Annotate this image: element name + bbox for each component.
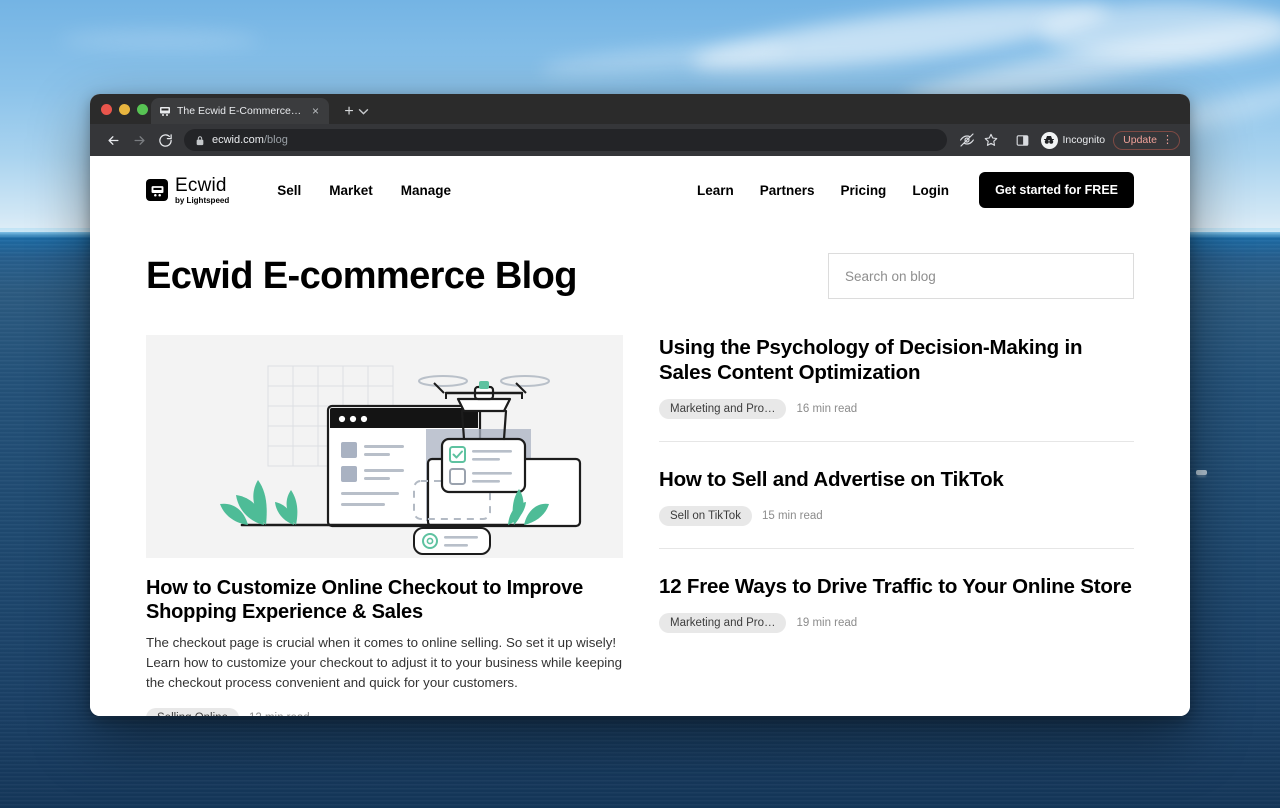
close-window-button[interactable] bbox=[101, 104, 112, 115]
nav-item-manage[interactable]: Manage bbox=[401, 183, 451, 198]
profile-chip[interactable]: Incognito bbox=[1040, 131, 1106, 149]
page-head: Ecwid E-commerce Blog bbox=[146, 253, 1134, 299]
read-time: 12 min read bbox=[249, 712, 310, 716]
url-text: ecwid.com/blog bbox=[212, 134, 288, 146]
article-meta: Sell on TikTok 15 min read bbox=[659, 506, 1134, 526]
browser-window: The Ecwid E-Commerce Blog × + ecwid.com/… bbox=[90, 94, 1190, 716]
window-controls[interactable] bbox=[101, 104, 148, 115]
featured-column: How to Customize Online Checkout to Impr… bbox=[146, 335, 623, 716]
chevron-down-icon[interactable] bbox=[358, 107, 369, 118]
close-icon[interactable]: × bbox=[309, 105, 322, 117]
nav-item-sell[interactable]: Sell bbox=[277, 183, 301, 198]
back-button[interactable] bbox=[100, 127, 126, 153]
browser-tab[interactable]: The Ecwid E-Commerce Blog × bbox=[151, 98, 329, 124]
site-header: Ecwid by Lightspeed Sell Market Manage L… bbox=[146, 156, 1134, 224]
tab-title: The Ecwid E-Commerce Blog bbox=[177, 105, 303, 117]
eye-slash-icon[interactable] bbox=[955, 128, 979, 152]
address-bar[interactable]: ecwid.com/blog bbox=[184, 129, 947, 151]
category-tag[interactable]: Sell on TikTok bbox=[659, 506, 752, 526]
get-started-button[interactable]: Get started for FREE bbox=[979, 172, 1134, 208]
reload-button[interactable] bbox=[152, 127, 178, 153]
search-box[interactable] bbox=[828, 253, 1134, 299]
url-domain: ecwid.com bbox=[212, 134, 264, 146]
list-item: 12 Free Ways to Drive Traffic to Your On… bbox=[659, 548, 1134, 655]
checkout-illustration bbox=[146, 335, 623, 558]
update-label: Update bbox=[1123, 134, 1157, 146]
read-time: 16 min read bbox=[796, 403, 858, 415]
article-list: Using the Psychology of Decision-Making … bbox=[659, 335, 1134, 716]
logo-text: Ecwid by Lightspeed bbox=[175, 176, 229, 205]
nav-item-learn[interactable]: Learn bbox=[697, 183, 734, 198]
profile-label: Incognito bbox=[1062, 134, 1106, 146]
maximize-window-button[interactable] bbox=[137, 104, 148, 115]
lock-icon bbox=[195, 135, 205, 146]
article-title[interactable]: Using the Psychology of Decision-Making … bbox=[659, 335, 1134, 385]
featured-article-meta: Selling Online 12 min read bbox=[146, 707, 623, 716]
star-icon[interactable] bbox=[979, 128, 1003, 152]
search-input[interactable] bbox=[845, 268, 1117, 284]
content-area: How to Customize Online Checkout to Impr… bbox=[146, 335, 1134, 716]
category-tag[interactable]: Selling Online bbox=[146, 707, 239, 716]
new-tab-button[interactable]: + bbox=[340, 104, 358, 120]
page-container: Ecwid by Lightspeed Sell Market Manage L… bbox=[90, 156, 1190, 716]
browser-menu-icon[interactable]: ⋮ bbox=[1162, 134, 1173, 146]
page-title: Ecwid E-commerce Blog bbox=[146, 254, 577, 297]
browser-titlebar: The Ecwid E-Commerce Blog × + bbox=[90, 94, 1190, 124]
search-wrapper bbox=[828, 253, 1134, 299]
shopping-cart-icon bbox=[158, 105, 171, 118]
category-tag[interactable]: Marketing and Pro… bbox=[659, 613, 787, 633]
minimize-window-button[interactable] bbox=[119, 104, 130, 115]
site-logo[interactable]: Ecwid by Lightspeed bbox=[146, 176, 229, 205]
article-title[interactable]: How to Sell and Advertise on TikTok bbox=[659, 467, 1134, 492]
featured-article-title[interactable]: How to Customize Online Checkout to Impr… bbox=[146, 576, 623, 625]
read-time: 19 min read bbox=[796, 617, 858, 629]
incognito-icon bbox=[1040, 131, 1058, 149]
nav-item-market[interactable]: Market bbox=[329, 183, 373, 198]
url-path: /blog bbox=[263, 134, 288, 146]
list-item: How to Sell and Advertise on TikTok Sell… bbox=[659, 441, 1134, 548]
featured-image[interactable] bbox=[146, 335, 623, 558]
shopping-cart-icon bbox=[146, 179, 168, 201]
cloud bbox=[60, 30, 260, 50]
page-viewport: Ecwid by Lightspeed Sell Market Manage L… bbox=[90, 156, 1190, 716]
article-meta: Marketing and Pro… 16 min read bbox=[659, 399, 1134, 419]
article-title[interactable]: 12 Free Ways to Drive Traffic to Your On… bbox=[659, 574, 1134, 599]
list-item: Using the Psychology of Decision-Making … bbox=[659, 335, 1134, 441]
secondary-nav: Learn Partners Pricing Login Get started… bbox=[697, 172, 1134, 208]
nav-item-partners[interactable]: Partners bbox=[760, 183, 815, 198]
logo-name: Ecwid bbox=[175, 174, 227, 196]
nav-item-login[interactable]: Login bbox=[912, 183, 949, 198]
nav-item-pricing[interactable]: Pricing bbox=[841, 183, 887, 198]
cloud bbox=[539, 37, 791, 81]
update-button[interactable]: Update ⋮ bbox=[1113, 130, 1180, 150]
category-tag[interactable]: Marketing and Pro… bbox=[659, 399, 787, 419]
featured-article-excerpt: The checkout page is crucial when it com… bbox=[146, 634, 622, 691]
logo-tagline: by Lightspeed bbox=[175, 195, 230, 205]
side-panel-icon[interactable] bbox=[1011, 128, 1035, 152]
boat bbox=[1196, 470, 1207, 475]
forward-button[interactable] bbox=[126, 127, 152, 153]
browser-toolbar: ecwid.com/blog Incognito Update ⋮ bbox=[90, 124, 1190, 156]
primary-nav: Sell Market Manage bbox=[277, 183, 451, 198]
article-meta: Marketing and Pro… 19 min read bbox=[659, 613, 1134, 633]
read-time: 15 min read bbox=[761, 510, 823, 522]
